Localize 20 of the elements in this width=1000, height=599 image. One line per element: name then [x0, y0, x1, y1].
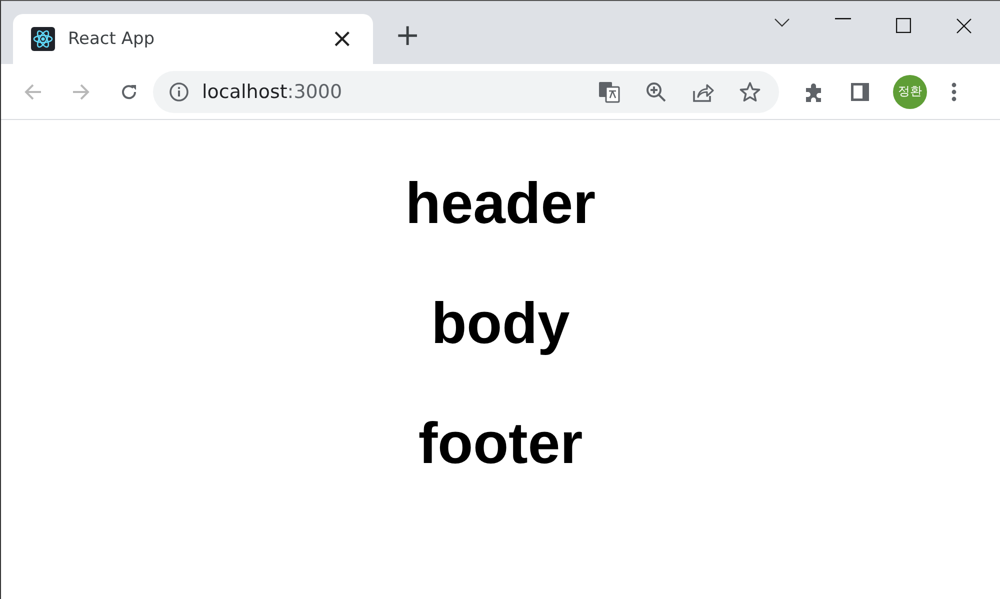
star-icon[interactable] [739, 80, 761, 102]
more-menu-icon[interactable] [951, 82, 957, 102]
translate-icon[interactable] [598, 80, 620, 102]
maximize-icon[interactable] [896, 18, 911, 33]
zoom-in-icon[interactable] [645, 80, 667, 102]
tab-title: React App [68, 29, 156, 49]
new-tab-button[interactable]: + [389, 21, 426, 51]
url-text: localhost:3000 [202, 80, 342, 102]
address-bar[interactable]: localhost:3000 [153, 70, 779, 112]
atom-icon [31, 27, 55, 51]
side-panel-icon[interactable] [849, 80, 871, 102]
browser-tab[interactable]: React App × [13, 14, 373, 64]
chevron-down-icon[interactable] [774, 18, 790, 28]
close-tab-button[interactable]: × [327, 26, 357, 52]
minimize-icon[interactable] [835, 18, 851, 20]
page-heading: header [404, 172, 597, 236]
info-icon [169, 82, 189, 102]
page-heading: footer [417, 412, 584, 476]
close-window-icon[interactable] [956, 18, 972, 34]
page-heading: body [430, 292, 571, 356]
